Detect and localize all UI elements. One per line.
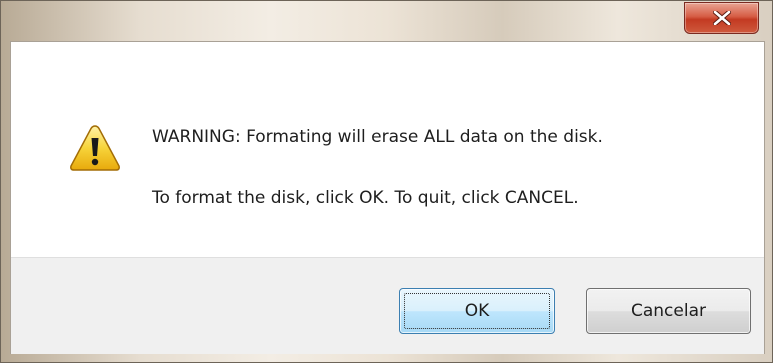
window-frame-right: [765, 41, 773, 363]
dialog-window: WARNING: Formating will erase ALL data o…: [0, 0, 773, 363]
ok-button-label: OK: [464, 301, 490, 321]
warning-icon: [69, 124, 121, 172]
cancel-button-label: Cancelar: [631, 301, 706, 321]
warning-message: WARNING: Formating will erase ALL data o…: [152, 127, 603, 147]
cancel-button[interactable]: Cancelar: [586, 288, 751, 334]
ok-button[interactable]: OK: [399, 288, 555, 334]
title-bar[interactable]: [1, 1, 772, 41]
instruction-message: To format the disk, click OK. To quit, c…: [152, 188, 579, 208]
close-button[interactable]: [684, 2, 759, 34]
dialog-client-area: WARNING: Formating will erase ALL data o…: [10, 41, 765, 354]
window-frame-left: [1, 41, 10, 363]
button-bar: OK Cancelar: [11, 257, 764, 354]
message-area: WARNING: Formating will erase ALL data o…: [11, 42, 764, 257]
close-x-icon: [712, 11, 731, 25]
